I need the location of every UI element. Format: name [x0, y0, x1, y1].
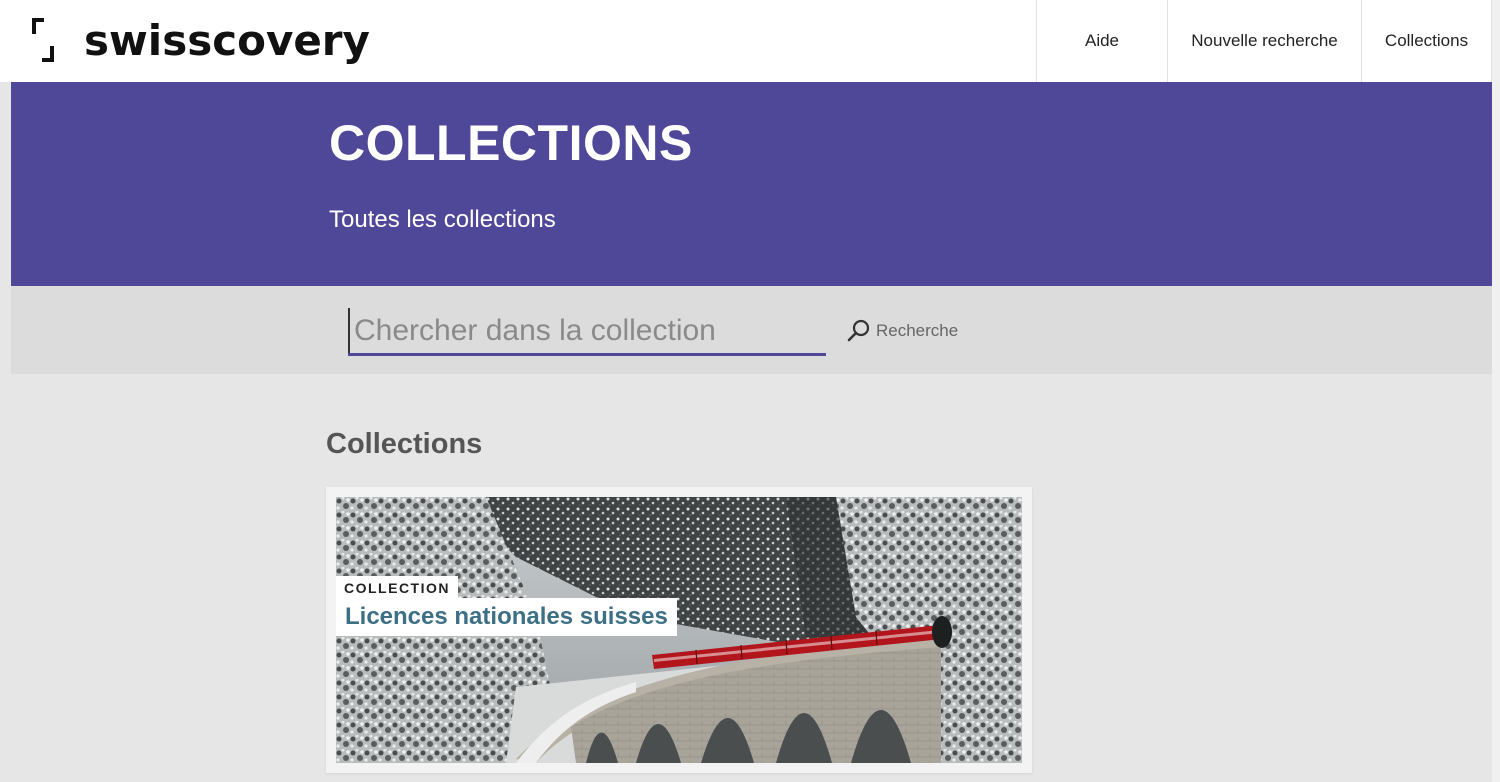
collection-search-input[interactable] [348, 308, 826, 353]
collection-tag: COLLECTION [336, 576, 458, 600]
logo-link[interactable]: swisscovery [30, 10, 370, 70]
logo-text: swisscovery [84, 15, 370, 65]
nav-new-search[interactable]: Nouvelle recherche [1167, 0, 1361, 82]
nav-collections[interactable]: Collections [1361, 0, 1492, 82]
swisscovery-logo-icon [32, 18, 54, 62]
search-button-label: Recherche [876, 321, 959, 340]
page-title: COLLECTIONS [329, 115, 693, 171]
collection-search-bar: Recherche [11, 286, 1500, 374]
breadcrumb-all-collections: Toutes les collections [329, 206, 556, 233]
search-button[interactable]: Recherche [846, 316, 958, 346]
top-navigation: Aide Nouvelle recherche Collections [1036, 0, 1492, 82]
collection-card-image: COLLECTION Licences nationales suisses [336, 497, 1022, 763]
nav-help[interactable]: Aide [1036, 0, 1167, 82]
search-icon [847, 319, 870, 342]
top-header: swisscovery Aide Nouvelle recherche Coll… [0, 0, 1500, 82]
collection-card[interactable]: COLLECTION Licences nationales suisses [326, 487, 1032, 773]
page-scrollbar[interactable] [1492, 0, 1500, 782]
search-field-wrapper [348, 308, 826, 356]
collections-banner: COLLECTIONS Toutes les collections [11, 82, 1500, 286]
section-title: Collections [326, 428, 483, 460]
collection-title-link[interactable]: Licences nationales suisses [336, 598, 677, 636]
